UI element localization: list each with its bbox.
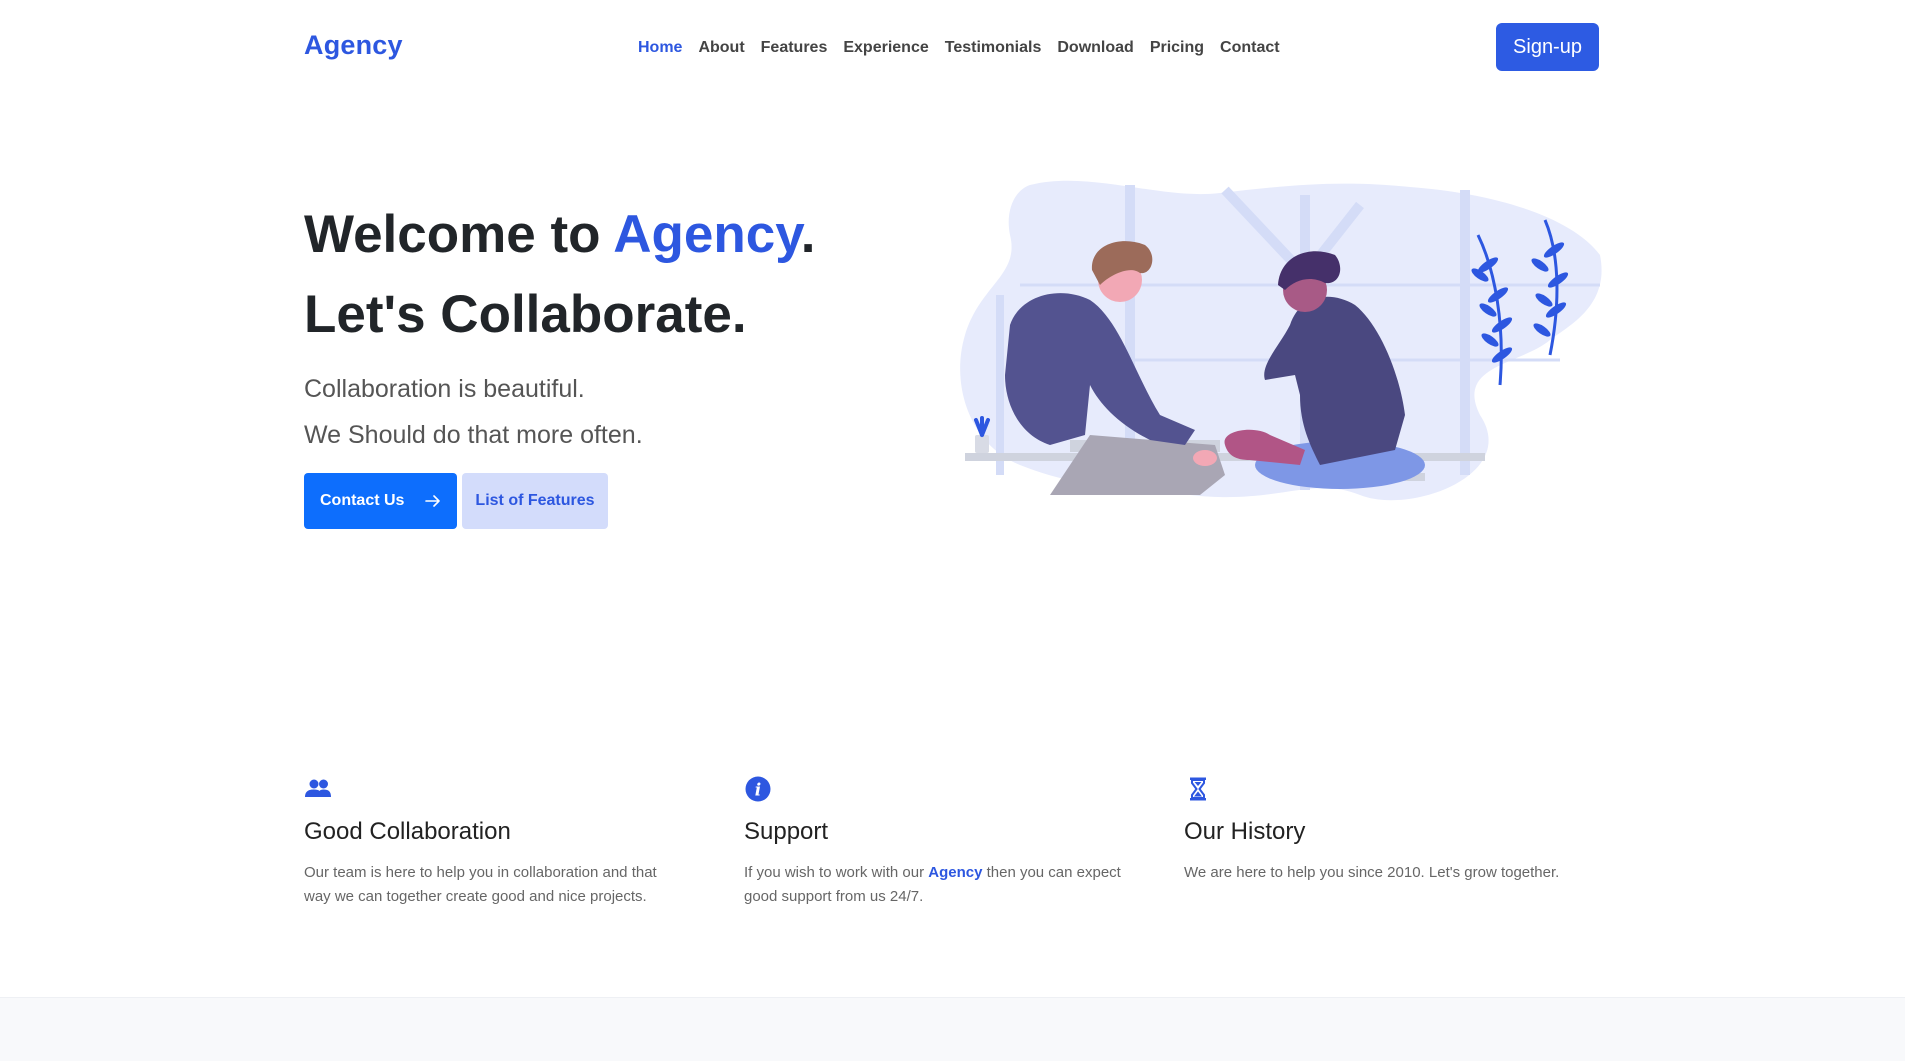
feature-text: Our team is here to help you in collabor… bbox=[304, 864, 657, 905]
contact-us-button[interactable]: Contact Us bbox=[304, 473, 457, 529]
hero-subtitle-line1: Collaboration is beautiful. bbox=[304, 375, 585, 403]
feature-good-collaboration: Good Collaboration Our team is here to h… bbox=[304, 775, 684, 909]
info-icon: i bbox=[745, 776, 771, 802]
next-section-strip bbox=[0, 997, 1905, 1061]
nav-item-experience[interactable]: Experience bbox=[835, 36, 936, 60]
list-of-features-button[interactable]: List of Features bbox=[462, 473, 608, 529]
feature-title: Support bbox=[744, 818, 829, 845]
collaboration-illustration bbox=[960, 180, 1602, 501]
feature-title: Our History bbox=[1184, 818, 1306, 845]
hero-title-suffix: . bbox=[800, 205, 816, 264]
nav-item-features[interactable]: Features bbox=[753, 36, 836, 60]
signup-button[interactable]: Sign-up bbox=[1496, 23, 1599, 71]
feature-support: i Support If you wish to work with our A… bbox=[744, 775, 1124, 909]
feature-text: We are here to help you since 2010. Let'… bbox=[1184, 864, 1560, 881]
people-icon bbox=[305, 779, 331, 797]
hero-subtitle-line2: We Should do that more often. bbox=[304, 421, 643, 449]
navbar: Agency Home About Features Experience Te… bbox=[0, 0, 1905, 95]
feature-text-highlight: Agency bbox=[928, 864, 983, 881]
hourglass-icon bbox=[1190, 777, 1206, 801]
page: Agency Home About Features Experience Te… bbox=[0, 0, 1905, 1061]
hero-title: Welcome to Agency. Let's Collaborate. bbox=[304, 195, 816, 355]
feature-our-history: Our History We are here to help you sinc… bbox=[1184, 775, 1564, 885]
nav-item-testimonials[interactable]: Testimonials bbox=[937, 36, 1050, 60]
nav-item-contact[interactable]: Contact bbox=[1212, 36, 1288, 60]
brand-logo[interactable]: Agency bbox=[304, 30, 403, 61]
feature-text-before: If you wish to work with our bbox=[744, 864, 929, 881]
arrow-right-icon bbox=[425, 495, 440, 507]
hero-title-line2: Let's Collaborate. bbox=[304, 285, 747, 344]
hero-subtitle: Collaboration is beautiful. We Should do… bbox=[304, 366, 643, 458]
nav-item-download[interactable]: Download bbox=[1049, 36, 1141, 60]
feature-title: Good Collaboration bbox=[304, 818, 511, 845]
nav-item-home[interactable]: Home bbox=[630, 36, 690, 60]
svg-text:i: i bbox=[755, 781, 761, 801]
main-nav: Home About Features Experience Testimoni… bbox=[630, 36, 1288, 60]
nav-item-pricing[interactable]: Pricing bbox=[1142, 36, 1212, 60]
contact-us-label: Contact Us bbox=[320, 492, 405, 509]
hero-title-accent: Agency bbox=[613, 205, 801, 264]
hero-title-prefix: Welcome to bbox=[304, 205, 614, 264]
nav-item-about[interactable]: About bbox=[690, 36, 752, 60]
feature-text: If you wish to work with our Agency then… bbox=[744, 861, 1124, 909]
